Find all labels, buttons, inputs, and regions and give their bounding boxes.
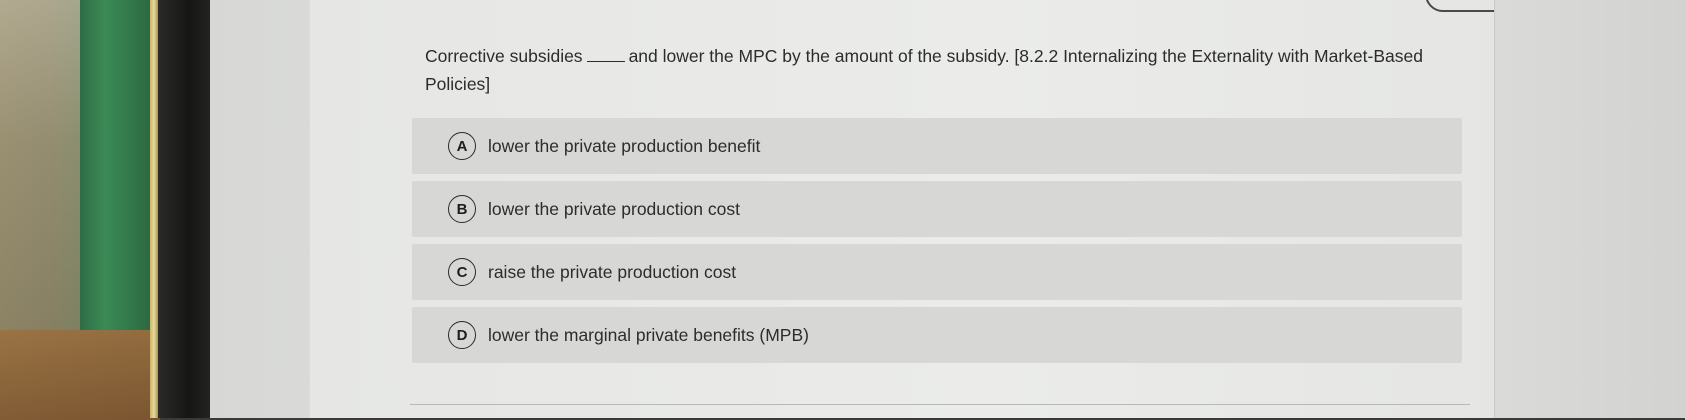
question-panel: Corrective subsidies and lower the MPC by… <box>310 0 1680 418</box>
monitor-bezel <box>158 0 210 418</box>
divider <box>410 404 1470 405</box>
option-text: lower the marginal private benefits (MPB… <box>488 324 809 345</box>
option-letter-badge: C <box>448 258 476 286</box>
answer-option-c[interactable]: C raise the private production cost <box>412 244 1462 300</box>
answer-option-a[interactable]: A lower the private production benefit <box>412 118 1462 174</box>
monitor-frame-edge <box>150 0 158 418</box>
question-text: Corrective subsidies and lower the MPC by… <box>425 42 1475 98</box>
option-letter-badge: A <box>448 132 476 160</box>
fill-in-blank <box>586 60 625 62</box>
question-suffix: and lower the MPC by the amount of the s… <box>628 46 1423 66</box>
answer-option-d[interactable]: D lower the marginal private benefits (M… <box>412 307 1462 363</box>
option-letter-badge: B <box>448 195 476 223</box>
option-text: raise the private production cost <box>488 261 737 282</box>
answer-option-b[interactable]: B lower the private production cost <box>412 181 1462 237</box>
right-margin <box>1494 0 1685 418</box>
question-prefix: Corrective subsidies <box>425 46 583 66</box>
question-line2: Policies] <box>425 74 491 94</box>
option-text: lower the private production benefit <box>488 135 761 156</box>
option-text: lower the private production cost <box>488 198 740 219</box>
background-shelf <box>0 0 80 360</box>
background-floor <box>0 330 160 420</box>
answer-options: A lower the private production benefit B… <box>412 118 1462 370</box>
option-letter-badge: D <box>448 321 476 349</box>
screen: Corrective subsidies and lower the MPC by… <box>210 0 1685 418</box>
